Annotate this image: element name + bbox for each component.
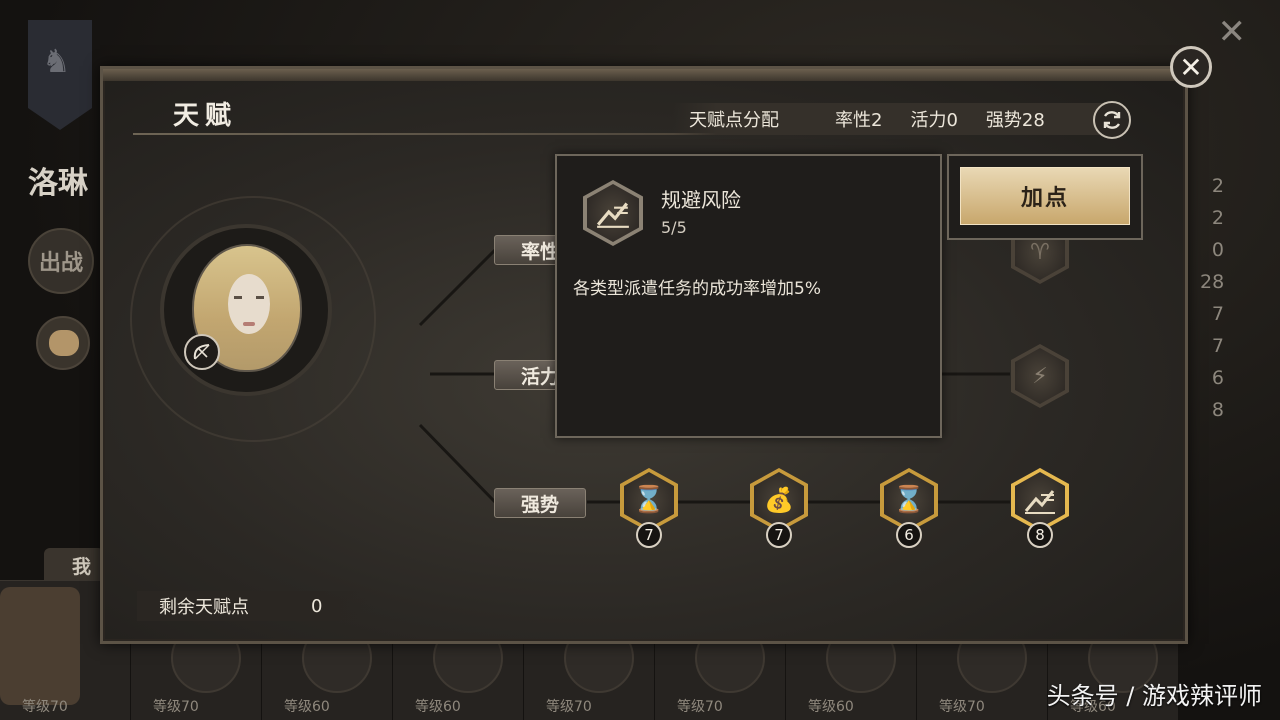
- tooltip-talent-level: 5/5: [661, 218, 687, 237]
- portrait-lips: [243, 322, 255, 326]
- talent-node[interactable]: 💰 7: [750, 468, 808, 548]
- add-point-button[interactable]: 加点: [960, 167, 1130, 225]
- node-count: 8: [1027, 522, 1053, 548]
- portrait-eye: [256, 296, 264, 299]
- talent-node[interactable]: ⚡: [1011, 344, 1069, 408]
- talent-tooltip: 规避风险 5/5 各类型派遣任务的成功率增加5%: [555, 154, 942, 438]
- node-count: 6: [896, 522, 922, 548]
- tooltip-description: 各类型派遣任务的成功率增加5%: [573, 279, 821, 299]
- tooltip-talent-name: 规避风险: [661, 188, 741, 212]
- talent-node-selected[interactable]: 8: [1011, 468, 1069, 548]
- talent-node[interactable]: ⌛ 6: [880, 468, 938, 548]
- bow-class-icon: [184, 334, 220, 370]
- watermark: 头条号 / 游戏辣评师: [1046, 682, 1262, 710]
- node-count: 7: [766, 522, 792, 548]
- node-count: 7: [636, 522, 662, 548]
- category-label-3[interactable]: 强势: [494, 488, 586, 518]
- talent-node[interactable]: ⌛ 7: [620, 468, 678, 548]
- portrait-eye: [234, 296, 242, 299]
